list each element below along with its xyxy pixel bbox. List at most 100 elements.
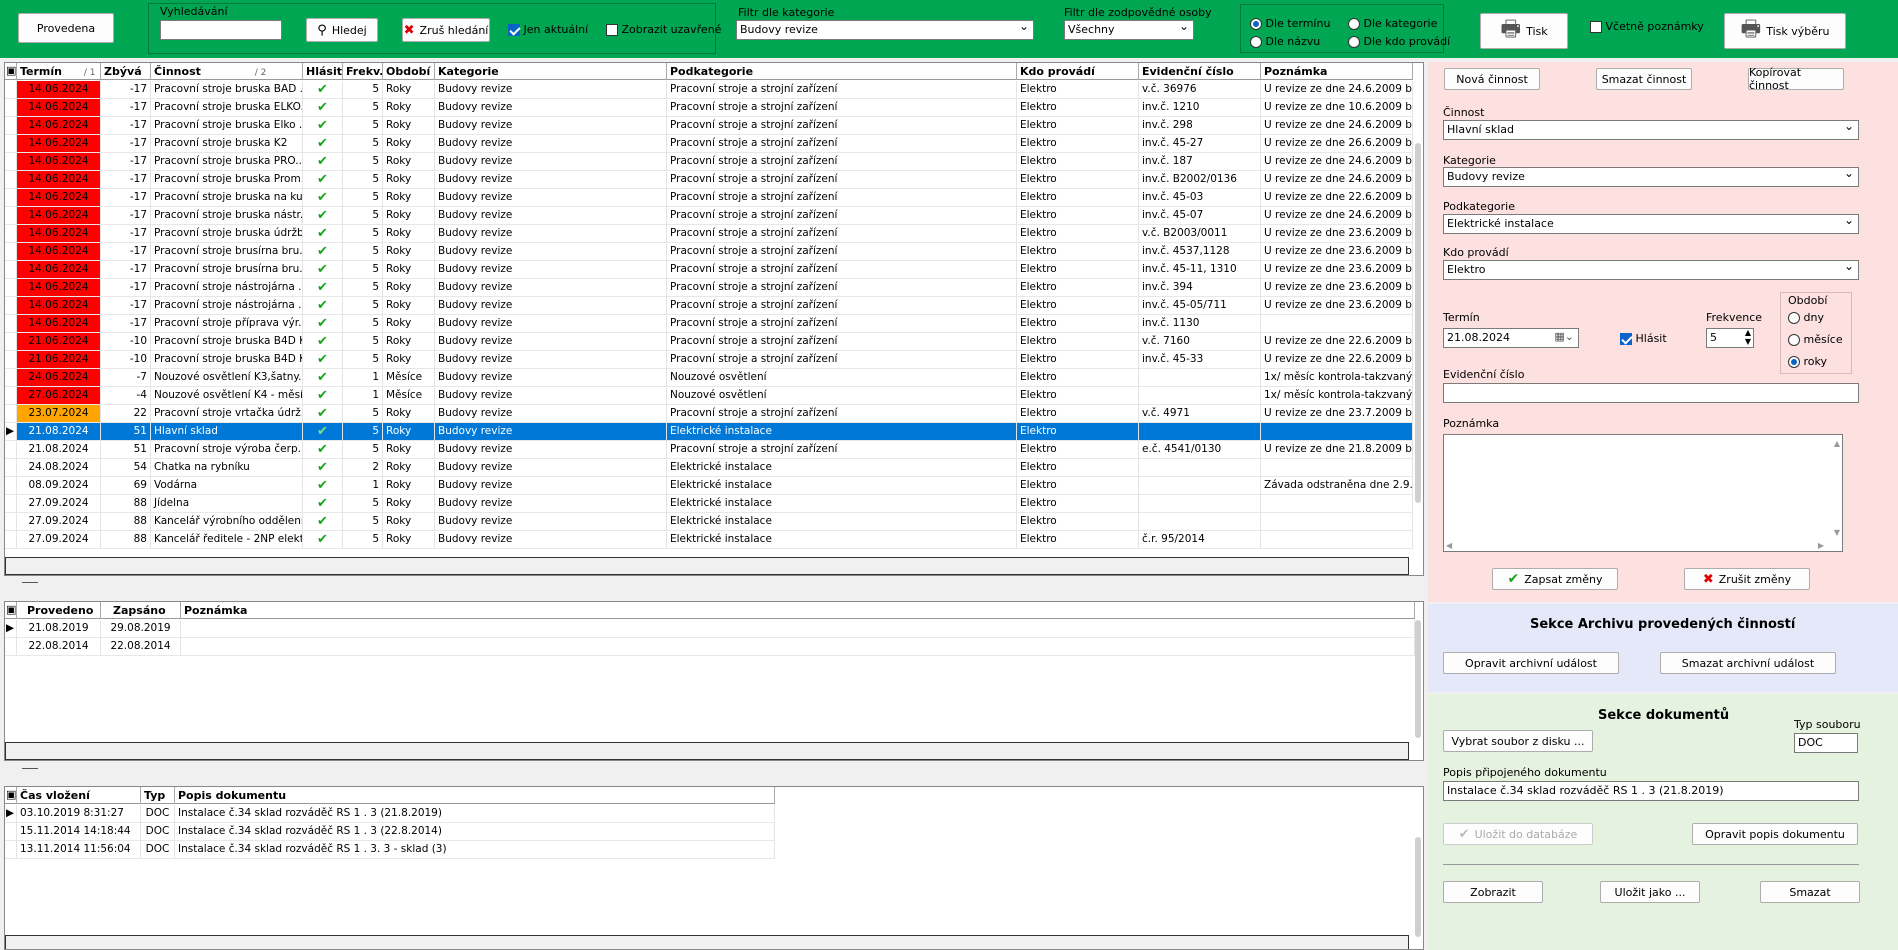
row-indicator[interactable]: ▶ — [5, 423, 17, 441]
frekvence-stepper[interactable]: 5 ▲ ▼ — [1706, 328, 1754, 348]
row-indicator[interactable] — [5, 135, 17, 153]
table-row[interactable]: 14.06.2024 -17 Pracovní stroje brusírna br… — [5, 243, 1413, 261]
tisk-vyberu-button[interactable]: 🖶 Tisk výběru — [1724, 13, 1846, 49]
row-indicator[interactable] — [5, 513, 17, 531]
scroll-up-icon[interactable]: ▲ — [1834, 439, 1840, 448]
table-row[interactable]: 24.06.2024 -7 Nouzové osvětlení K3,šatny..… — [5, 369, 1413, 387]
table-row[interactable]: 14.06.2024 -17 Pracovní stroje bruska Prom… — [5, 171, 1413, 189]
spin-icon[interactable]: ▲ ▼ — [1745, 329, 1751, 346]
row-indicator[interactable] — [5, 99, 17, 117]
row-indicator[interactable] — [5, 405, 17, 423]
col-popis[interactable]: Popis dokumentu — [175, 787, 775, 804]
scroll-left-icon[interactable]: ◀ — [1446, 541, 1452, 550]
row-indicator[interactable] — [5, 351, 17, 369]
col-zapsano[interactable]: Zapsáno — [101, 602, 181, 619]
col-archive-pozn[interactable]: Poznámka — [181, 602, 1415, 619]
jen-aktualni-checkbox[interactable]: Jen aktuální — [508, 23, 588, 36]
opravit-popis-button[interactable]: Opravit popis dokumentu — [1692, 823, 1858, 845]
tisk-button[interactable]: 🖶 Tisk — [1480, 13, 1568, 49]
nova-cinnost-button[interactable]: Nová činnost — [1444, 68, 1540, 90]
splitter-1[interactable] — [22, 582, 38, 583]
table-row[interactable]: 27.06.2024 -4 Nouzové osvětlení K4 - měsí.… — [5, 387, 1413, 405]
zrusit-zmeny-button[interactable]: ✖ Zrušit změny — [1684, 568, 1810, 590]
evid-input[interactable] — [1443, 383, 1859, 403]
table-row[interactable]: 14.06.2024 -17 Pracovní stroje bruska Elko… — [5, 117, 1413, 135]
smazat-cinnost-button[interactable]: Smazat činnost — [1596, 68, 1692, 90]
main-grid-scrollbar[interactable] — [1415, 143, 1421, 503]
table-row[interactable]: 13.11.2014 11:56:04 DOC Instalace č.34 skl… — [5, 841, 775, 859]
row-indicator[interactable] — [5, 81, 17, 99]
filtr-kategorie-select[interactable]: Budovy revize — [736, 20, 1034, 40]
main-grid[interactable]: ▣ Termín / 1 Zbývá Činnost / 2 Hlásit Fr… — [4, 62, 1424, 576]
table-row[interactable]: 14.06.2024 -17 Pracovní stroje bruska na k… — [5, 189, 1413, 207]
provedena-button[interactable]: Provedena — [18, 13, 114, 43]
ulozit-db-button[interactable]: ✔ Uložit do databáze — [1443, 823, 1593, 845]
grid-settings-icon[interactable]: ▣ — [5, 63, 17, 80]
search-input[interactable] — [160, 20, 282, 40]
row-indicator[interactable] — [5, 261, 17, 279]
sort-dle-kategorie[interactable]: Dle kategorie — [1348, 17, 1437, 30]
cinnost-select[interactable]: Hlavní sklad — [1443, 120, 1859, 140]
row-indicator[interactable] — [5, 171, 17, 189]
zobrazit-button[interactable]: Zobrazit — [1443, 881, 1543, 903]
table-row[interactable]: 14.06.2024 -17 Pracovní stroje bruska PRO.… — [5, 153, 1413, 171]
col-kdo[interactable]: Kdo provádí — [1017, 63, 1139, 80]
table-row[interactable]: 14.06.2024 -17 Pracovní stroje bruska BAD … — [5, 81, 1413, 99]
kopirovat-cinnost-button[interactable]: Kopírovat činnost — [1748, 66, 1844, 92]
col-evid[interactable]: Evidenční číslo — [1139, 63, 1261, 80]
archive-grid[interactable]: ▣ Provedeno Zapsáno Poznámka ▶ 21.08.2019… — [4, 601, 1424, 761]
row-indicator[interactable] — [5, 369, 17, 387]
obdobi-dny[interactable]: dny — [1788, 311, 1824, 324]
row-indicator[interactable] — [5, 477, 17, 495]
sort-dle-terminu[interactable]: Dle termínu — [1250, 17, 1330, 30]
col-zbyva[interactable]: Zbývá — [101, 63, 151, 80]
table-row[interactable]: 27.09.2024 88 Kancelář ředitele - 2NP elek… — [5, 531, 1413, 549]
table-row[interactable]: 14.06.2024 -17 Pracovní stroje nástrojárna… — [5, 297, 1413, 315]
smazat-dokument-button[interactable]: Smazat — [1760, 881, 1860, 903]
kategorie-select[interactable]: Budovy revize — [1443, 167, 1859, 187]
table-row[interactable]: 14.06.2024 -17 Pracovní stroje bruska nást… — [5, 207, 1413, 225]
col-cinnost[interactable]: Činnost / 2 — [151, 63, 303, 80]
col-obdobi[interactable]: Období — [383, 63, 435, 80]
popis-input[interactable]: Instalace č.34 sklad rozváděč RS 1 . 3 (… — [1443, 781, 1859, 801]
hledej-button[interactable]: ⚲ Hledej — [306, 18, 378, 42]
zapsat-zmeny-button[interactable]: ✔ Zapsat změny — [1492, 568, 1618, 590]
table-row[interactable]: 15.11.2014 14:18:44 DOC Instalace č.34 skl… — [5, 823, 775, 841]
poznamka-textarea[interactable]: ▲ ▼ ◀ ▶ — [1443, 434, 1843, 552]
row-indicator[interactable] — [5, 315, 17, 333]
row-indicator[interactable] — [5, 333, 17, 351]
calendar-icon[interactable]: ▦⌄ — [1554, 330, 1574, 343]
table-row[interactable]: ▶ 03.10.2019 8:31:27 DOC Instalace č.34 skl… — [5, 805, 775, 823]
table-row[interactable]: 08.09.2024 69 Vodárna ✔ 1 Roky Budovy revize El… — [5, 477, 1413, 495]
vcetne-poznamky-checkbox[interactable]: Včetně poznámky — [1590, 20, 1704, 33]
obdobi-mesice[interactable]: měsíce — [1788, 333, 1843, 346]
row-indicator[interactable] — [5, 531, 17, 549]
col-pozn[interactable]: Poznámka — [1261, 63, 1413, 80]
vybrat-soubor-button[interactable]: Vybrat soubor z disku ... — [1443, 730, 1593, 752]
col-frekv[interactable]: Frekv. — [343, 63, 383, 80]
col-termin[interactable]: Termín / 1 — [17, 63, 101, 80]
row-indicator[interactable] — [5, 153, 17, 171]
table-row[interactable]: ▶ 21.08.2019 29.08.2019 — [5, 620, 1415, 638]
archive-grid-scrollbar[interactable] — [1415, 620, 1421, 738]
row-indicator[interactable] — [5, 207, 17, 225]
col-cas[interactable]: Čas vložení — [17, 787, 141, 804]
row-indicator[interactable] — [5, 459, 17, 477]
opravit-archivni-button[interactable]: Opravit archivní událost — [1443, 652, 1619, 674]
col-typ[interactable]: Typ — [141, 787, 175, 804]
table-row[interactable]: 14.06.2024 -17 Pracovní stroje bruska K2 ✔ 5… — [5, 135, 1413, 153]
row-indicator[interactable] — [5, 189, 17, 207]
table-row[interactable]: 14.06.2024 -17 Pracovní stroje brusírna br… — [5, 261, 1413, 279]
zobrazit-uzavrene-checkbox[interactable]: Zobrazit uzavřené — [606, 23, 721, 36]
table-row[interactable]: 24.08.2024 54 Chatka na rybníku ✔ 2 Roky Budov… — [5, 459, 1413, 477]
hlasit-checkbox[interactable]: Hlásit — [1620, 332, 1667, 345]
scroll-right-icon[interactable]: ▶ — [1818, 541, 1824, 550]
col-podkategorie[interactable]: Podkategorie — [667, 63, 1017, 80]
sort-dle-kdo-provadi[interactable]: Dle kdo provádí — [1348, 35, 1450, 48]
row-indicator[interactable] — [5, 225, 17, 243]
table-row[interactable]: 14.06.2024 -17 Pracovní stroje příprava vý… — [5, 315, 1413, 333]
table-row[interactable]: 21.06.2024 -10 Pracovní stroje bruska B4D … — [5, 351, 1413, 369]
smazat-archivni-button[interactable]: Smazat archivní událost — [1660, 652, 1836, 674]
col-provedeno[interactable]: Provedeno — [17, 602, 101, 619]
table-row[interactable]: 23.07.2024 22 Pracovní stroje vrtačka údrž… — [5, 405, 1413, 423]
